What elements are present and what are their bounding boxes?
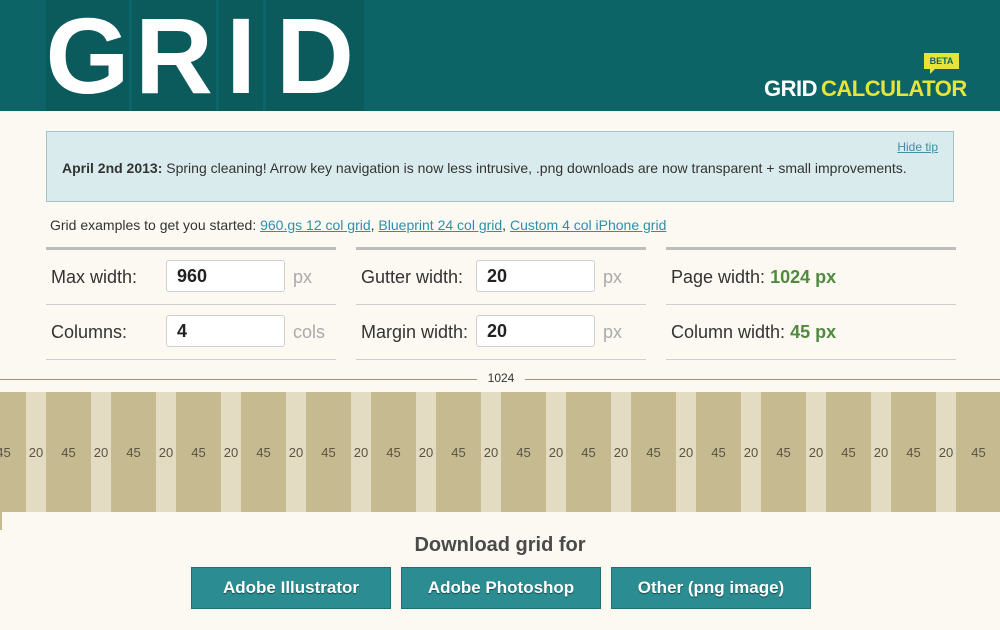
grid-preview-edge	[0, 512, 2, 530]
grid-gutter: 20	[416, 392, 436, 512]
grid-gutter: 20	[611, 392, 631, 512]
grid-gutter: 20	[936, 392, 956, 512]
tip-date: April 2nd 2013:	[62, 160, 163, 176]
grid-column: 45	[306, 392, 351, 512]
grid-column: 45	[956, 392, 1000, 512]
grid-gutter: 20	[286, 392, 306, 512]
grid-column: 45	[111, 392, 156, 512]
columns-input[interactable]	[166, 315, 285, 347]
grid-gutter: 20	[221, 392, 241, 512]
brand-calculator-text: CALCULATOR	[821, 76, 967, 101]
header: G R I D BETA GRID CALCULATOR	[0, 0, 1000, 111]
grid-logo: G R I D	[46, 0, 364, 111]
grid-column: 45	[0, 392, 26, 512]
gutter-width-input[interactable]	[476, 260, 595, 292]
grid-preview: 4520452045204520452045204520452045204520…	[0, 392, 1000, 512]
brand-grid-text: GRID	[764, 76, 818, 101]
examples-intro: Grid examples to get you started:	[50, 217, 261, 233]
columns-row: Columns: cols	[46, 305, 336, 360]
grid-gutter: 20	[741, 392, 761, 512]
grid-gutter: 20	[156, 392, 176, 512]
gutter-width-unit: px	[603, 267, 623, 287]
page-width-value: 1024 px	[770, 267, 837, 287]
results-column: Page width: 1024 px Column width: 45 px	[666, 247, 956, 360]
grid-column: 45	[891, 392, 936, 512]
example-link-blueprint[interactable]: Blueprint 24 col grid	[378, 217, 502, 233]
grid-column: 45	[436, 392, 481, 512]
download-photoshop-button[interactable]: Adobe Photoshop	[401, 567, 601, 609]
grid-column: 45	[371, 392, 416, 512]
logo-letter-g: G	[45, 0, 130, 116]
tip-text: April 2nd 2013: Spring cleaning! Arrow k…	[62, 160, 907, 176]
grid-column: 45	[826, 392, 871, 512]
logo-letter-r: R	[132, 0, 216, 111]
max-width-input[interactable]	[166, 260, 285, 292]
total-width-ruler: 1024	[0, 370, 1000, 388]
download-title: Download grid for	[414, 534, 586, 556]
gutter-width-row: Gutter width: px	[356, 250, 646, 305]
logo-letter-d: D	[266, 0, 364, 111]
column-width-label: Column width:	[671, 322, 791, 342]
grid-gutter: 20	[806, 392, 826, 512]
example-link-iphone[interactable]: Custom 4 col iPhone grid	[510, 217, 666, 233]
grid-column: 45	[46, 392, 91, 512]
brand-title[interactable]: GRID CALCULATOR	[764, 76, 967, 102]
grid-column: 45	[566, 392, 611, 512]
example-link-960gs[interactable]: 960.gs 12 col grid	[260, 217, 371, 233]
page-width-result: Page width: 1024 px	[671, 267, 836, 288]
grid-gutter: 20	[871, 392, 891, 512]
max-width-label: Max width:	[51, 267, 138, 287]
download-illustrator-button[interactable]: Adobe Illustrator	[191, 567, 391, 609]
column-width-row: Column width: 45 px	[666, 305, 956, 360]
beta-badge: BETA	[924, 53, 959, 74]
grid-column: 45	[176, 392, 221, 512]
tip-message: Spring cleaning! Arrow key navigation is…	[162, 160, 907, 176]
grid-column: 45	[761, 392, 806, 512]
settings-column-gutter: Gutter width: px Margin width: px	[356, 247, 646, 360]
max-width-row: Max width: px	[46, 250, 336, 305]
column-width-result: Column width: 45 px	[671, 322, 836, 343]
grid-gutter: 20	[26, 392, 46, 512]
gutter-width-label: Gutter width:	[361, 267, 464, 287]
grid-gutter: 20	[546, 392, 566, 512]
grid-gutter: 20	[351, 392, 371, 512]
margin-width-input[interactable]	[476, 315, 595, 347]
logo-letter-i: I	[219, 0, 263, 111]
grid-gutter: 20	[676, 392, 696, 512]
margin-width-label: Margin width:	[361, 322, 469, 342]
grid-column: 45	[696, 392, 741, 512]
total-width-label: 1024	[477, 371, 525, 385]
grid-gutter: 20	[481, 392, 501, 512]
margin-width-unit: px	[603, 322, 623, 342]
page-width-label: Page width:	[671, 267, 771, 287]
tip-box: Hide tip April 2nd 2013: Spring cleaning…	[46, 131, 954, 202]
grid-column: 45	[631, 392, 676, 512]
settings-column-width: Max width: px Columns: cols	[46, 247, 336, 360]
columns-unit: cols	[293, 322, 326, 342]
grid-gutter: 20	[91, 392, 111, 512]
columns-label: Columns:	[51, 322, 128, 342]
page-width-row: Page width: 1024 px	[666, 250, 956, 305]
hide-tip-link[interactable]: Hide tip	[897, 140, 938, 154]
margin-width-row: Margin width: px	[356, 305, 646, 360]
max-width-unit: px	[293, 267, 313, 287]
grid-column: 45	[501, 392, 546, 512]
grid-column: 45	[241, 392, 286, 512]
column-width-value: 45 px	[790, 322, 837, 342]
grid-examples: Grid examples to get you started: 960.gs…	[50, 217, 667, 233]
download-png-button[interactable]: Other (png image)	[611, 567, 811, 609]
